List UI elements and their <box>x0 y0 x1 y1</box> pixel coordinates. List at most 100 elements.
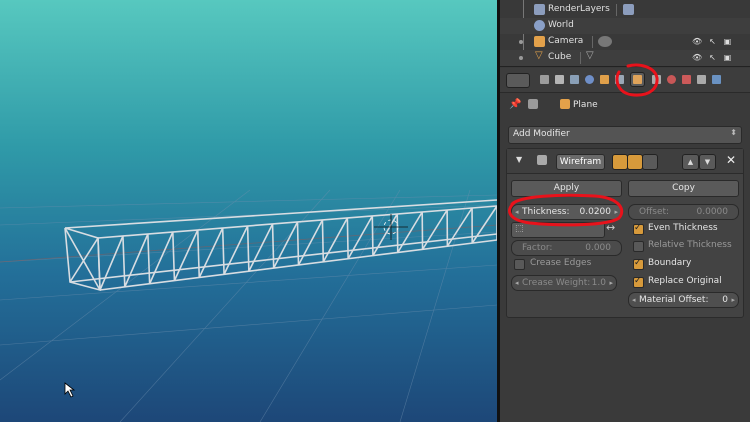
tab-scene[interactable] <box>568 73 581 86</box>
tab-constraints[interactable] <box>613 73 626 86</box>
field-value: 0 <box>722 295 728 305</box>
invert-arrows-icon[interactable]: ↔ <box>606 221 615 234</box>
separator <box>580 52 581 64</box>
even-thickness-checkbox[interactable] <box>633 223 644 235</box>
field-value: 0.0000 <box>696 207 729 217</box>
render-camera-icon[interactable]: ▣ <box>723 53 732 62</box>
field-label: Material Offset: <box>639 295 709 305</box>
truss-post <box>271 223 275 269</box>
cursor-select-icon[interactable]: ↖ <box>708 53 717 62</box>
mouse-pointer-icon <box>64 382 76 398</box>
relative-thickness-label: Relative Thickness <box>648 240 732 250</box>
modifier-name-field[interactable]: Wirefram <box>556 154 605 170</box>
tab-texture[interactable] <box>680 73 693 86</box>
render-toggle-icon[interactable] <box>612 154 628 170</box>
add-modifier-dropdown[interactable]: Add Modifier ⬍ <box>508 126 742 144</box>
field-label: Thickness: <box>522 207 570 217</box>
context-row: 📌 Plane <box>500 94 750 116</box>
truss-diagonal <box>347 215 374 260</box>
decrement-arrow-icon[interactable]: ◂ <box>515 276 519 290</box>
context-object-name: Plane <box>573 100 598 110</box>
separator <box>592 36 593 48</box>
outliner-row-world[interactable]: World <box>500 18 750 34</box>
truss-post <box>371 215 374 256</box>
tab-render[interactable] <box>538 73 551 86</box>
modifier-header: ▼ Wirefram ▲ ▼ ✕ <box>507 149 743 174</box>
material-offset-field[interactable]: ◂ Material Offset: 0 ▸ <box>628 292 739 308</box>
tab-modifiers[interactable] <box>630 72 645 87</box>
outliner-row-cube[interactable]: ▽ Cube ▽ 👁 ↖ ▣ <box>500 50 750 66</box>
close-icon[interactable]: ✕ <box>726 153 736 167</box>
decrement-arrow-icon[interactable]: ◂ <box>632 293 636 307</box>
vertex-group-icon: ⬚ <box>515 224 524 234</box>
world-icon <box>534 20 545 31</box>
editmode-toggle-icon[interactable] <box>642 154 658 170</box>
replace-original-checkbox[interactable] <box>633 276 644 288</box>
truss-post <box>97 237 101 291</box>
offset-field[interactable]: Offset: 0.0000 <box>628 204 739 220</box>
crease-weight-field[interactable]: ◂ Crease Weight: 1.0 ▸ <box>511 275 617 291</box>
collapse-arrow-icon[interactable]: ▼ <box>516 155 522 164</box>
eye-icon[interactable]: 👁 <box>692 37 702 46</box>
increment-arrow-icon[interactable]: ▸ <box>731 293 735 307</box>
increment-arrow-icon[interactable]: ▸ <box>614 205 618 219</box>
vertex-group-field[interactable]: ⬚ <box>511 222 605 238</box>
tab-material[interactable] <box>665 73 678 86</box>
decrement-arrow-icon[interactable]: ◂ <box>515 205 519 219</box>
apply-button[interactable]: Apply <box>511 180 622 197</box>
tab-physics[interactable] <box>710 73 723 86</box>
outliner-row-renderlayers[interactable]: RenderLayers <box>500 2 750 18</box>
truss-diagonal <box>124 233 149 288</box>
eye-icon[interactable]: 👁 <box>692 53 702 62</box>
viewport-eye-icon[interactable] <box>627 154 643 170</box>
tab-data[interactable] <box>650 73 663 86</box>
increment-arrow-icon[interactable]: ▸ <box>609 276 613 290</box>
boundary-checkbox[interactable] <box>633 258 644 270</box>
truss-post <box>147 233 151 284</box>
cursor-select-icon[interactable]: ↖ <box>708 37 717 46</box>
field-value: 0.000 <box>585 243 611 253</box>
truss-post <box>122 235 126 287</box>
truss-diagonal <box>372 213 398 257</box>
truss-post <box>296 221 300 266</box>
truss-post <box>172 231 176 281</box>
editor-type-dropdown[interactable] <box>506 73 530 88</box>
outliner[interactable]: RenderLayers World Camera 👁 ↖ ▣ ▽ Cube ▽… <box>500 0 750 67</box>
tab-world[interactable] <box>583 73 596 86</box>
truss-diagonal <box>198 227 224 278</box>
3d-cursor <box>374 214 408 240</box>
pin-icon[interactable]: 📌 <box>509 99 521 110</box>
3d-viewport[interactable] <box>0 0 497 422</box>
truss-post <box>196 229 201 278</box>
copy-button[interactable]: Copy <box>628 180 739 197</box>
crease-edges-checkbox[interactable] <box>514 259 525 270</box>
truss-diagonal <box>471 205 497 244</box>
move-up-icon[interactable]: ▲ <box>682 154 699 170</box>
viewport-scene <box>0 189 497 422</box>
truss-post <box>396 213 399 253</box>
truss-diagonal <box>223 225 249 275</box>
object-icon <box>560 99 570 109</box>
properties-area: RenderLayers World Camera 👁 ↖ ▣ ▽ Cube ▽… <box>500 0 750 422</box>
expand-dot <box>519 56 523 60</box>
renderlayers-icon <box>534 4 545 15</box>
tab-particles[interactable] <box>695 73 708 86</box>
move-down-icon[interactable]: ▼ <box>699 154 716 170</box>
tab-object[interactable] <box>598 73 611 86</box>
truss-post <box>321 219 325 262</box>
truss-post <box>246 225 250 272</box>
truss-diagonal <box>173 229 199 281</box>
camera-data-icon <box>598 36 612 47</box>
outliner-row-camera[interactable]: Camera 👁 ↖ ▣ <box>500 34 750 50</box>
factor-field[interactable]: Factor: 0.000 <box>511 240 622 256</box>
relative-thickness-checkbox[interactable] <box>633 241 644 252</box>
outliner-label: Cube <box>548 52 572 62</box>
thickness-field[interactable]: ◂ Thickness: 0.0200 ▸ <box>511 204 622 220</box>
crease-edges-label: Crease Edges <box>530 258 592 268</box>
field-label: Crease Weight: <box>522 278 591 288</box>
truss-diagonal <box>99 235 124 291</box>
dropdown-arrow-icon: ⬍ <box>730 128 737 137</box>
tab-render-layers[interactable] <box>553 73 566 86</box>
render-camera-icon[interactable]: ▣ <box>723 37 732 46</box>
truss-diagonal <box>421 209 448 250</box>
